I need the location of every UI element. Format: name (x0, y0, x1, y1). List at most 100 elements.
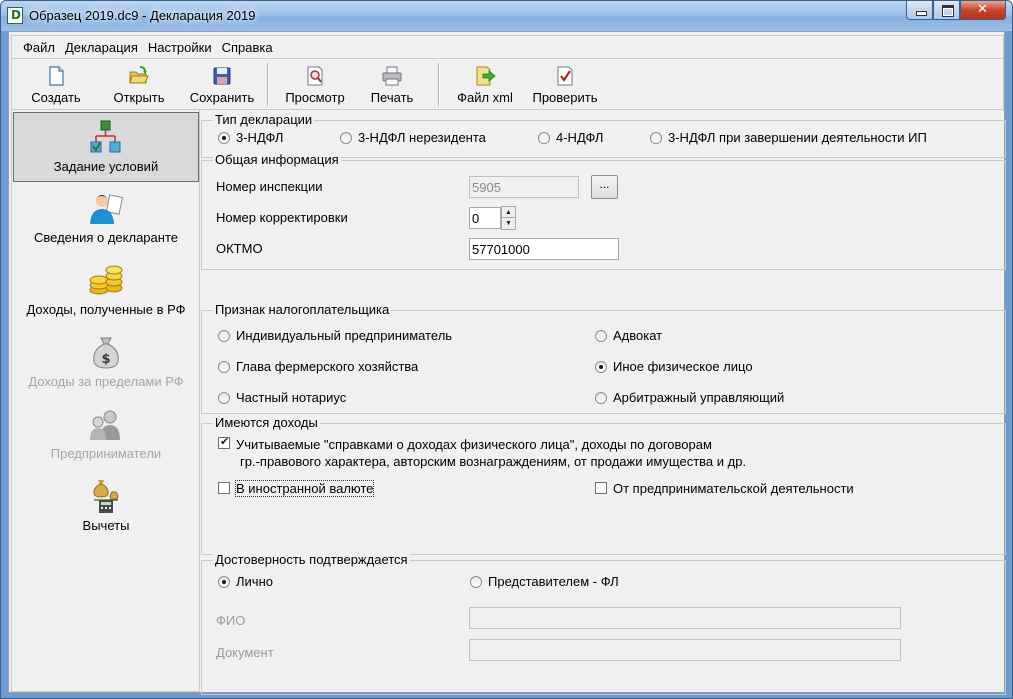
spin-up-icon[interactable]: ▲ (502, 207, 515, 218)
preview-button[interactable]: Просмотр (280, 63, 350, 107)
checkbox-indicator (218, 482, 230, 494)
xml-export-icon (476, 66, 496, 86)
checked-document-icon (557, 66, 573, 86)
maximize-button[interactable] (933, 1, 960, 20)
businessman-icon (90, 410, 120, 440)
app-logo-icon (7, 7, 23, 24)
radio-indicator (218, 329, 230, 342)
menu-help[interactable]: Справка (217, 40, 278, 55)
radio-indicator (218, 360, 230, 373)
title-bar[interactable]: Образец 2019.dc9 - Декларация 2019 (1, 1, 1012, 31)
fio-field[interactable] (469, 607, 901, 629)
sidebar-item-income-abroad[interactable]: $ Доходы за пределами РФ (13, 328, 199, 398)
certificates-line-1: Учитываемые "справками о доходах физичес… (236, 437, 712, 452)
spin-down-icon[interactable]: ▼ (502, 218, 515, 229)
inspection-field[interactable]: 5905 (469, 176, 579, 198)
oktmo-label: ОКТМО (216, 241, 263, 256)
checkbox-indicator (595, 482, 607, 494)
radio-indicator (650, 131, 662, 144)
radio-indicator (340, 131, 352, 144)
radio-farm-head[interactable]: Глава фермерского хозяйства (218, 359, 418, 374)
toolbar-separator (267, 63, 269, 106)
radio-3ndfl-ip-termination[interactable]: 3-НДФЛ при завершении деятельности ИП (650, 130, 927, 145)
correction-label: Номер корректировки (216, 210, 348, 225)
document-label: Документ (216, 645, 274, 660)
money-bag-icon: $ (93, 337, 119, 369)
svg-text:$: $ (101, 352, 110, 367)
group-title: Достоверность подтверждается (213, 552, 410, 567)
new-document-icon (49, 66, 64, 86)
radio-indicator (218, 391, 230, 404)
radio-indicator (595, 391, 607, 404)
fio-label: ФИО (216, 613, 246, 628)
open-button[interactable]: Открыть (108, 63, 170, 107)
radio-notary[interactable]: Частный нотариус (218, 390, 346, 405)
sidebar-item-declarant[interactable]: Сведения о декларанте (13, 184, 199, 254)
window-controls (906, 1, 1006, 21)
oktmo-field[interactable]: 57701000 (469, 238, 619, 260)
confirmation-group: Достоверность подтверждается Лично Предс… (201, 553, 1006, 695)
minimize-button[interactable] (906, 1, 933, 20)
radio-indicator (595, 329, 607, 342)
client-area: Файл Декларация Настройки Справка Создат… (8, 31, 1006, 695)
sidebar-item-income-rf[interactable]: Доходы, полученные в РФ (13, 256, 199, 326)
taxpayer-group: Признак налогоплательщика Индивидуальный… (201, 303, 1006, 414)
general-info-group: Общая информация Номер инспекции 5905 ..… (201, 153, 1006, 270)
sidebar-item-entrepreneurs[interactable]: Предприниматели (13, 400, 199, 470)
toolbar: Создать Открыть Сохранить Просмотр Печат… (11, 59, 1004, 110)
correction-spinner[interactable]: ▲ ▼ (501, 206, 516, 230)
radio-other-individual[interactable]: Иное физическое лицо (595, 359, 753, 374)
sidebar-item-deductions[interactable]: Вычеты (13, 472, 199, 542)
correction-field[interactable]: 0 (469, 207, 501, 229)
radio-4ndfl[interactable]: 4-НДФЛ (538, 130, 603, 145)
radio-indicator (218, 131, 230, 144)
radio-lawyer[interactable]: Адвокат (595, 328, 662, 343)
app-window: Образец 2019.dc9 - Декларация 2019 Файл … (0, 0, 1013, 699)
tree-structure-icon (90, 120, 121, 153)
group-title: Признак налогоплательщика (213, 302, 392, 317)
xml-file-button[interactable]: Файл xml (452, 63, 518, 107)
radio-personally[interactable]: Лично (218, 574, 273, 589)
save-button[interactable]: Сохранить (186, 63, 258, 107)
coins-icon (89, 265, 123, 295)
person-document-icon (90, 194, 124, 224)
checkbox-business-income[interactable]: От предпринимательской деятельности (595, 481, 854, 496)
menu-bar: Файл Декларация Настройки Справка (11, 35, 1004, 59)
open-folder-icon (129, 66, 149, 84)
check-button[interactable]: Проверить (526, 63, 604, 107)
menu-declaration[interactable]: Декларация (60, 40, 143, 55)
radio-indicator (595, 360, 607, 373)
document-field[interactable] (469, 639, 901, 661)
radio-individual-entrepreneur[interactable]: Индивидуальный предприниматель (218, 328, 452, 343)
sidebar: Задание условий Сведения о декларанте До… (11, 110, 200, 692)
main-panel: Тип декларации 3-НДФЛ 3-НДФЛ нерезидента… (201, 110, 1006, 695)
scales-calculator-icon (93, 480, 119, 513)
checkbox-certificates-income[interactable]: Учитываемые "справками о доходах физичес… (218, 435, 747, 470)
create-button[interactable]: Создать (26, 63, 86, 107)
inspection-browse-button[interactable]: ... (591, 175, 618, 199)
print-button[interactable]: Печать (364, 63, 420, 107)
floppy-disk-icon (213, 67, 231, 85)
radio-indicator (538, 131, 550, 144)
close-button[interactable] (960, 1, 1006, 20)
inspection-label: Номер инспекции (216, 179, 323, 194)
radio-3ndfl[interactable]: 3-НДФЛ (218, 130, 283, 145)
radio-3ndfl-nonresident[interactable]: 3-НДФЛ нерезидента (340, 130, 486, 145)
window-title: Образец 2019.dc9 - Декларация 2019 (29, 8, 256, 23)
printer-icon (382, 66, 402, 86)
radio-indicator (218, 575, 230, 588)
checkbox-indicator (218, 435, 230, 449)
income-group: Имеются доходы Учитываемые "справками о … (201, 416, 1006, 555)
certificates-line-2: гр.-правового характера, авторским возна… (240, 454, 747, 469)
group-title: Имеются доходы (213, 415, 320, 430)
menu-settings[interactable]: Настройки (143, 40, 217, 55)
radio-representative[interactable]: Представителем - ФЛ (470, 574, 619, 589)
sidebar-item-conditions[interactable]: Задание условий (13, 112, 199, 182)
radio-arbitration-manager[interactable]: Арбитражный управляющий (595, 390, 784, 405)
menu-file[interactable]: Файл (18, 40, 60, 55)
print-preview-icon (307, 66, 323, 86)
group-title: Общая информация (213, 152, 341, 167)
checkbox-foreign-currency[interactable]: В иностранной валюте (218, 480, 375, 497)
toolbar-separator (438, 63, 440, 106)
group-title: Тип декларации (213, 112, 315, 127)
